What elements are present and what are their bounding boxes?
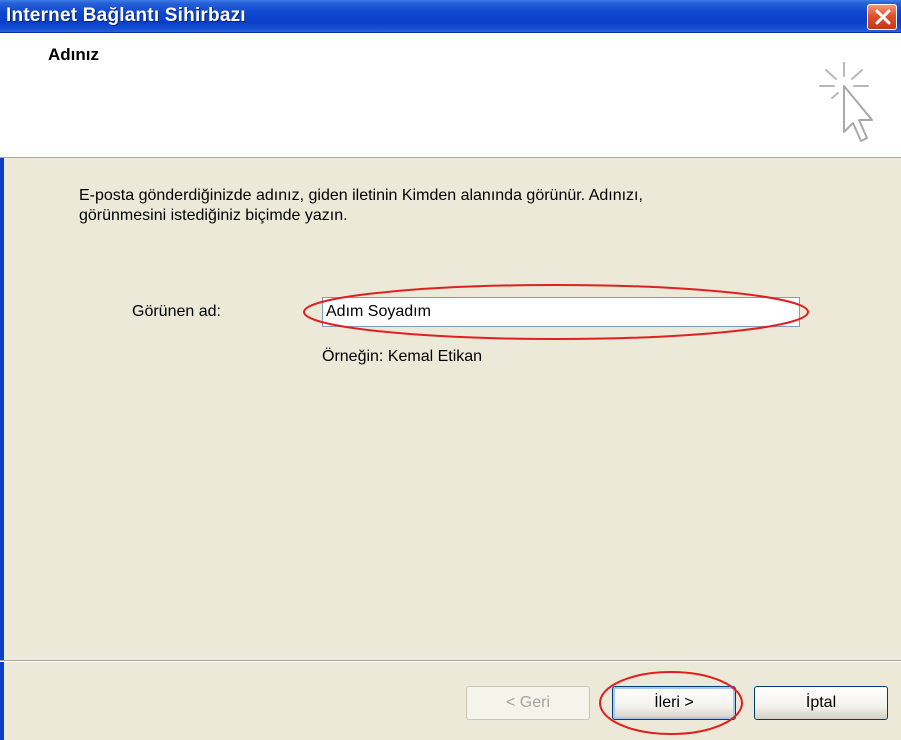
button-area-separator: [0, 660, 901, 662]
description-line-2: görünmesini istediğiniz biçimde yazın.: [79, 207, 348, 224]
next-button[interactable]: İleri >: [612, 686, 736, 720]
close-button[interactable]: [867, 4, 897, 30]
description-line-1: E-posta gönderdiğinizde adınız, giden il…: [79, 187, 643, 204]
display-name-label: Görünen ad:: [132, 303, 221, 320]
internet-connection-wizard-window: Internet Bağlantı Sihirbazı Adınız E-pos…: [0, 0, 901, 740]
wizard-header: [0, 33, 901, 158]
title-bar[interactable]: Internet Bağlantı Sihirbazı: [0, 0, 901, 33]
back-button[interactable]: < Geri: [466, 686, 590, 720]
description-text: E-posta gönderdiğinizde adınız, giden il…: [79, 186, 819, 226]
close-icon: [875, 9, 891, 25]
cancel-button[interactable]: İptal: [754, 686, 888, 720]
window-title: Internet Bağlantı Sihirbazı: [6, 5, 246, 26]
display-name-input[interactable]: [322, 297, 800, 327]
window-left-border: [0, 158, 4, 740]
page-title: Adınız: [48, 45, 99, 64]
example-text: Örneğin: Kemal Etikan: [322, 348, 483, 365]
wizard-cursor-icon: [819, 62, 873, 142]
